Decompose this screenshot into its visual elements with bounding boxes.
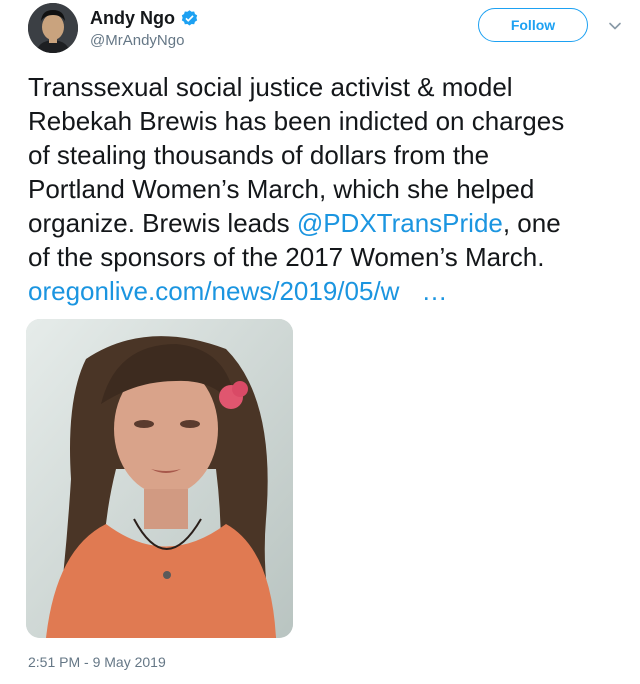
- tweet-timestamp[interactable]: 2:51 PM - 9 May 2019: [28, 654, 166, 670]
- link-ellipsis[interactable]: …: [421, 276, 447, 306]
- tweet-line: Transsexual social justice activist & mo…: [28, 72, 513, 102]
- tweet-line: of the sponsors of the 2017 Women’s Marc…: [28, 242, 545, 272]
- author-handle[interactable]: @MrAndyNgo: [90, 32, 184, 50]
- follow-button[interactable]: Follow: [478, 8, 588, 42]
- avatar-image: [28, 3, 78, 53]
- author-display-name[interactable]: Andy Ngo: [90, 7, 175, 29]
- photo-image: [26, 319, 293, 638]
- tweet-media-photo[interactable]: [26, 319, 293, 638]
- tweet-line: organize. Brewis leads: [28, 208, 290, 238]
- tweet-line: Rebekah Brewis has been indicted on char…: [28, 106, 565, 136]
- verified-badge-icon: [180, 9, 199, 28]
- author-name-row: Andy Ngo: [90, 7, 199, 29]
- tweet-text: Transsexual social justice activist & mo…: [28, 70, 628, 308]
- tweet-line: Portland Women’s March, which she helped: [28, 174, 535, 204]
- tweet-card: Andy Ngo @MrAndyNgo Follow Transsexual s…: [0, 0, 640, 684]
- chevron-down-icon[interactable]: [607, 18, 623, 34]
- avatar[interactable]: [28, 3, 78, 53]
- tweet-link-line: oregonlive.com/news/2019/05/w …: [28, 274, 628, 308]
- article-link[interactable]: oregonlive.com/news/2019/05/w: [28, 276, 399, 306]
- mention-link[interactable]: @PDXTransPride: [297, 208, 503, 238]
- tweet-line: of stealing thousands of dollars from th…: [28, 140, 490, 170]
- tweet-line-with-mention: organize. Brewis leads @PDXTransPride, o…: [28, 206, 628, 240]
- tweet-line-suffix: , one: [502, 208, 561, 238]
